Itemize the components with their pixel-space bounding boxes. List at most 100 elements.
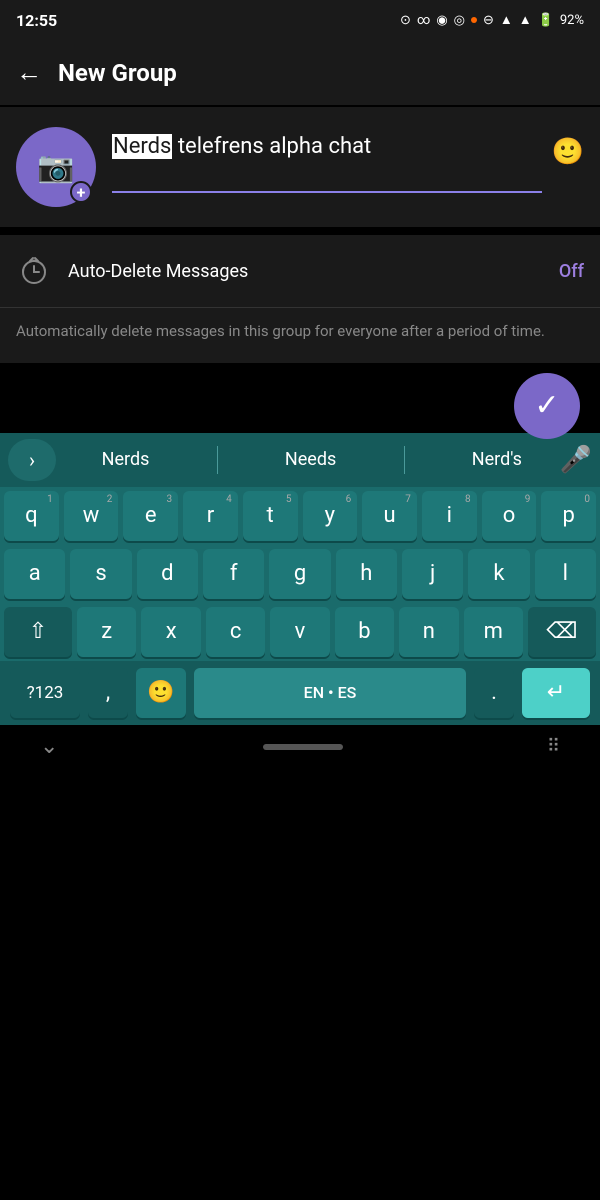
record-dot <box>471 17 477 23</box>
nav-bar: ⌄ ⠿ <box>0 725 600 769</box>
key-r[interactable]: 4 r <box>183 491 238 541</box>
key-o[interactable]: 9 o <box>482 491 537 541</box>
key-label-o: o <box>503 503 516 528</box>
key-u[interactable]: 7 u <box>362 491 417 541</box>
group-avatar[interactable]: 📷 + <box>16 127 96 207</box>
period-key[interactable]: . <box>474 668 514 718</box>
key-num-2: 2 <box>107 494 113 505</box>
key-label-b: b <box>358 619 370 644</box>
status-bar: 12:55 ⊙ ∞ ◉ ◎ ⊖ ▲ ▲ 🔋 92% <box>0 0 600 40</box>
key-a[interactable]: a <box>4 549 65 599</box>
group-name-input-area[interactable]: Nerds telefrens alpha chat <box>112 133 542 193</box>
key-v[interactable]: v <box>270 607 329 657</box>
key-num-6: 6 <box>346 494 352 505</box>
key-label-p: p <box>562 503 574 528</box>
key-y[interactable]: 6 y <box>303 491 358 541</box>
key-num-5: 5 <box>286 494 292 505</box>
space-label: EN • ES <box>304 683 357 702</box>
record-icon: ◎ <box>454 13 465 28</box>
key-d[interactable]: d <box>137 549 198 599</box>
key-e[interactable]: 3 e <box>123 491 178 541</box>
key-i[interactable]: 8 i <box>422 491 477 541</box>
key-n[interactable]: n <box>399 607 458 657</box>
camera-icon: 📷 <box>37 150 74 185</box>
key-q[interactable]: 1 q <box>4 491 59 541</box>
nav-chevron-icon[interactable]: ⌄ <box>40 734 58 759</box>
emoji-button[interactable]: 🙂 <box>552 137 584 167</box>
group-name-text[interactable]: Nerds telefrens alpha chat <box>112 133 542 193</box>
key-row-3: ⇧ z x c v b n m ⌫ <box>0 603 600 661</box>
suggestion-nerds-apos[interactable]: Nerd's <box>464 445 530 474</box>
confirm-fab[interactable]: ✓ <box>514 373 580 439</box>
status-time: 12:55 <box>16 11 57 30</box>
shift-icon: ⇧ <box>29 619 47 644</box>
symbols-label: ?123 <box>27 683 64 703</box>
key-k[interactable]: k <box>468 549 529 599</box>
enter-key[interactable]: ↵ <box>522 668 590 718</box>
key-label-c: c <box>230 619 242 644</box>
check-icon: ✓ <box>534 388 559 423</box>
mic-icon[interactable]: 🎤 <box>560 445 592 475</box>
key-num-1: 1 <box>47 494 53 505</box>
group-name-wrapper: Nerds telefrens alpha chat 🙂 <box>112 133 584 193</box>
key-f[interactable]: f <box>203 549 264 599</box>
key-label-q: q <box>25 503 38 528</box>
page-title: New Group <box>58 59 177 87</box>
expand-suggestions-button[interactable]: › <box>8 439 56 481</box>
backspace-key[interactable]: ⌫ <box>528 607 596 657</box>
suggestion-needs[interactable]: Needs <box>277 445 344 474</box>
nav-grid-icon[interactable]: ⠿ <box>547 736 560 757</box>
key-t[interactable]: 5 t <box>243 491 298 541</box>
suggestion-nerds[interactable]: Nerds <box>94 445 158 474</box>
key-label-a: a <box>29 561 41 586</box>
voicemail-icon: ∞ <box>417 13 430 28</box>
key-x[interactable]: x <box>141 607 200 657</box>
key-j[interactable]: j <box>402 549 463 599</box>
key-label-s: s <box>95 561 106 586</box>
key-num-4: 4 <box>226 494 232 505</box>
key-label-v: v <box>295 619 306 644</box>
key-z[interactable]: z <box>77 607 136 657</box>
battery-icon: 🔋 <box>538 13 554 28</box>
chevron-right-icon: › <box>29 448 35 472</box>
key-num-9: 9 <box>525 494 531 505</box>
key-label-y: y <box>325 503 335 528</box>
key-label-h: h <box>360 561 372 586</box>
signal-icon: ▲ <box>519 12 532 28</box>
symbols-key[interactable]: ?123 <box>10 668 80 718</box>
key-h[interactable]: h <box>336 549 397 599</box>
key-p[interactable]: 0 p <box>541 491 596 541</box>
emoji-keyboard-icon: 🙂 <box>147 680 174 705</box>
audio-icon: ◉ <box>436 13 447 28</box>
key-g[interactable]: g <box>269 549 330 599</box>
auto-delete-value: Off <box>559 261 584 282</box>
key-l[interactable]: l <box>535 549 596 599</box>
cursor-text: Nerds <box>112 134 172 159</box>
key-label-w: w <box>83 503 100 528</box>
comma-key[interactable]: , <box>88 668 128 718</box>
plus-badge: + <box>70 181 92 203</box>
key-label-t: t <box>267 503 274 528</box>
key-b[interactable]: b <box>335 607 394 657</box>
backspace-icon: ⌫ <box>546 619 577 644</box>
key-num-8: 8 <box>465 494 471 505</box>
key-c[interactable]: c <box>206 607 265 657</box>
emoji-keyboard-key[interactable]: 🙂 <box>136 668 186 718</box>
period-label: . <box>491 680 497 705</box>
shift-key[interactable]: ⇧ <box>4 607 72 657</box>
key-label-d: d <box>161 561 173 586</box>
status-icons: ⊙ ∞ ◉ ◎ ⊖ ▲ ▲ 🔋 92% <box>400 12 584 28</box>
auto-delete-row[interactable]: Auto-Delete Messages Off <box>0 235 600 308</box>
timer-icon <box>16 253 52 289</box>
key-label-n: n <box>423 619 435 644</box>
group-name-rest: telefrens alpha chat <box>172 134 371 159</box>
camera-status-icon: ⊙ <box>400 13 411 28</box>
key-m[interactable]: m <box>464 607 523 657</box>
key-s[interactable]: s <box>70 549 131 599</box>
comma-label: , <box>106 680 110 705</box>
key-label-f: f <box>230 561 238 586</box>
space-key[interactable]: EN • ES <box>194 668 466 718</box>
section-divider <box>0 227 600 235</box>
key-w[interactable]: 2 w <box>64 491 119 541</box>
back-button[interactable]: ← <box>16 57 42 88</box>
